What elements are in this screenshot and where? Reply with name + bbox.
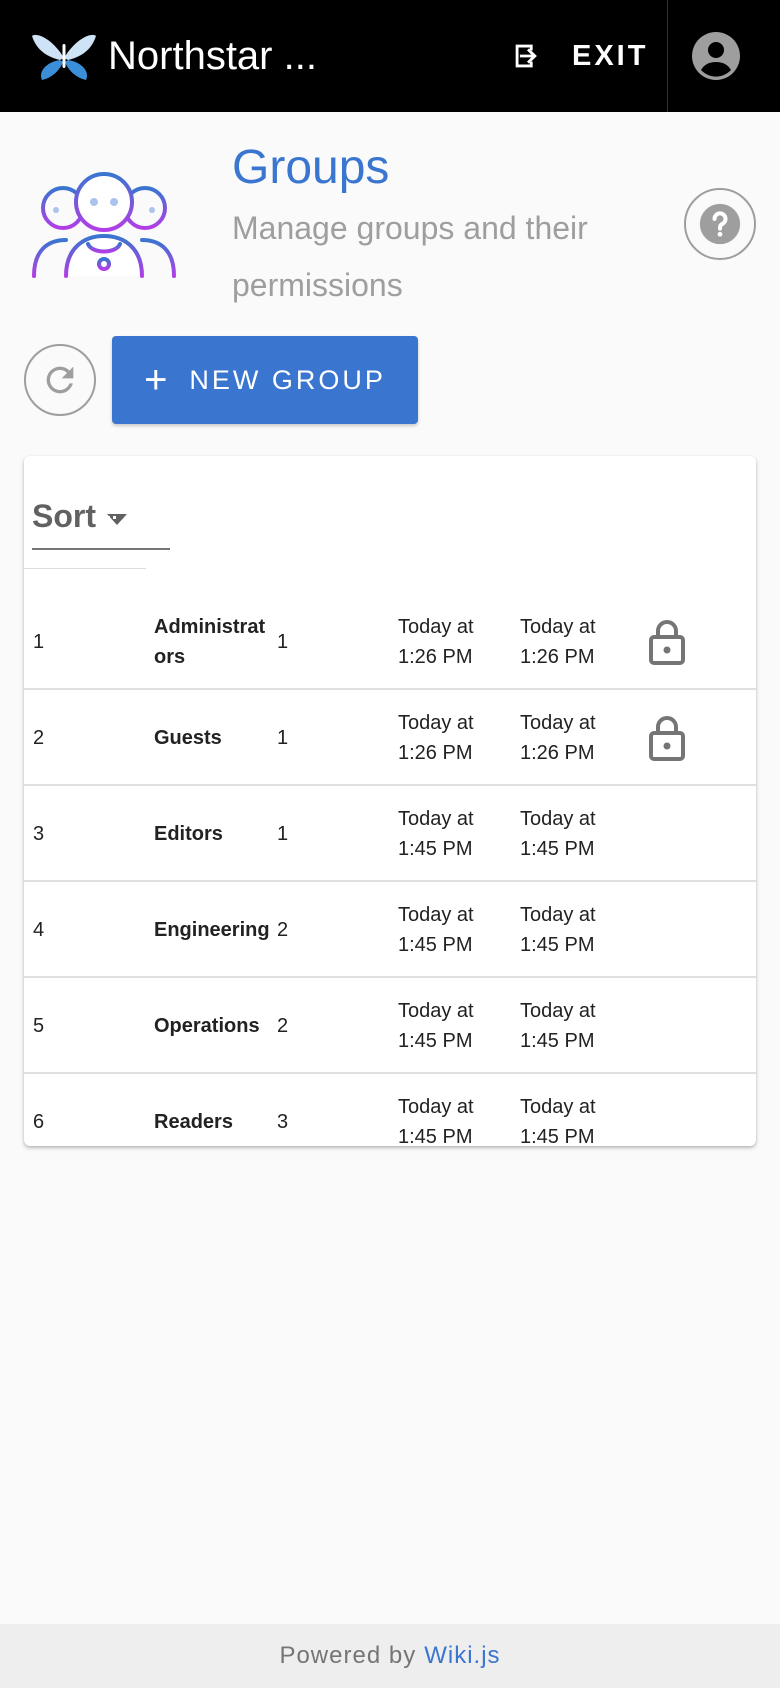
group-updated: Today at 1:45 PM [520,1000,596,1052]
plus-icon: + [144,358,168,402]
page-subtitle: Manage groups and their permissions [232,210,588,303]
group-created: Today at 1:45 PM [398,904,474,956]
page-title: Groups [232,141,390,194]
group-name: Editors [154,823,223,845]
group-updated: Today at 1:26 PM [520,616,596,668]
group-created: Today at 1:45 PM [398,1096,474,1148]
group-updated: Today at 1:45 PM [520,1096,596,1148]
group-id: 5 [33,1015,45,1037]
group-id: 2 [33,727,45,749]
table-row[interactable]: 6 Readers 3 Today at 1:45 PM Today at 1:… [24,1074,756,1170]
topbar-divider [667,0,668,112]
groups-table-card: Sort 1 Administrators 1 Today at 1:26 PM… [24,456,756,1148]
exit-icon [515,44,537,68]
group-created: Today at 1:26 PM [398,712,474,764]
group-name: Administrators [154,616,266,668]
group-user-count: 2 [277,1015,289,1037]
group-updated: Today at 1:45 PM [520,808,596,860]
sort-label: Sort [32,498,96,534]
group-user-count: 1 [277,631,289,653]
group-id: 6 [33,1111,45,1133]
group-updated: Today at 1:45 PM [520,904,596,956]
group-updated: Today at 1:26 PM [520,712,596,764]
group-user-count: 3 [277,1111,289,1133]
group-id: 1 [33,631,45,653]
table-row[interactable]: 1 Administrators 1 Today at 1:26 PM Toda… [24,594,756,690]
group-people-icon [32,172,176,278]
sort-dropdown-icon [106,514,127,525]
top-app-bar: Northstar ... EXIT [0,0,780,112]
group-name: Operations [154,1015,260,1037]
new-group-button[interactable]: + NEW GROUP [112,336,418,424]
sort-divider [24,568,146,569]
group-created: Today at 1:45 PM [398,808,474,860]
group-created: Today at 1:45 PM [398,1000,474,1052]
group-created: Today at 1:26 PM [398,616,474,668]
help-icon [699,203,741,245]
group-user-count: 1 [277,823,289,845]
group-name: Readers [154,1111,233,1133]
exit-button[interactable]: EXIT [510,28,648,84]
table-row[interactable]: 4 Engineering 2 Today at 1:45 PM Today a… [24,882,756,978]
group-name: Guests [154,727,222,749]
group-user-count: 1 [277,727,289,749]
table-row[interactable]: 5 Operations 2 Today at 1:45 PM Today at… [24,978,756,1074]
refresh-icon [46,366,74,394]
group-user-count: 2 [277,919,289,941]
lock-icon [649,716,685,761]
footer-prefix: Powered by [279,1642,417,1669]
butterfly-logo-icon[interactable] [30,28,98,84]
wikijs-link[interactable]: Wiki.js [424,1642,500,1670]
table-row[interactable]: 2 Guests 1 Today at 1:26 PM Today at 1:2… [24,690,756,786]
table-row[interactable]: 3 Editors 1 Today at 1:45 PM Today at 1:… [24,786,756,882]
app-title: Northstar ... [108,34,317,78]
lock-icon [649,620,685,665]
footer: Powered by Wiki.js [0,1624,780,1688]
exit-label: EXIT [572,39,649,72]
refresh-button[interactable] [24,344,96,416]
group-name: Engineering [154,919,270,941]
account-circle-icon[interactable] [692,32,740,80]
sort-select[interactable]: Sort [32,496,170,550]
new-group-label: NEW GROUP [189,364,386,395]
group-id: 4 [33,919,45,941]
group-id: 3 [33,823,45,845]
groups-list: 1 Administrators 1 Today at 1:26 PM Toda… [24,594,756,1170]
help-button[interactable] [684,188,756,260]
